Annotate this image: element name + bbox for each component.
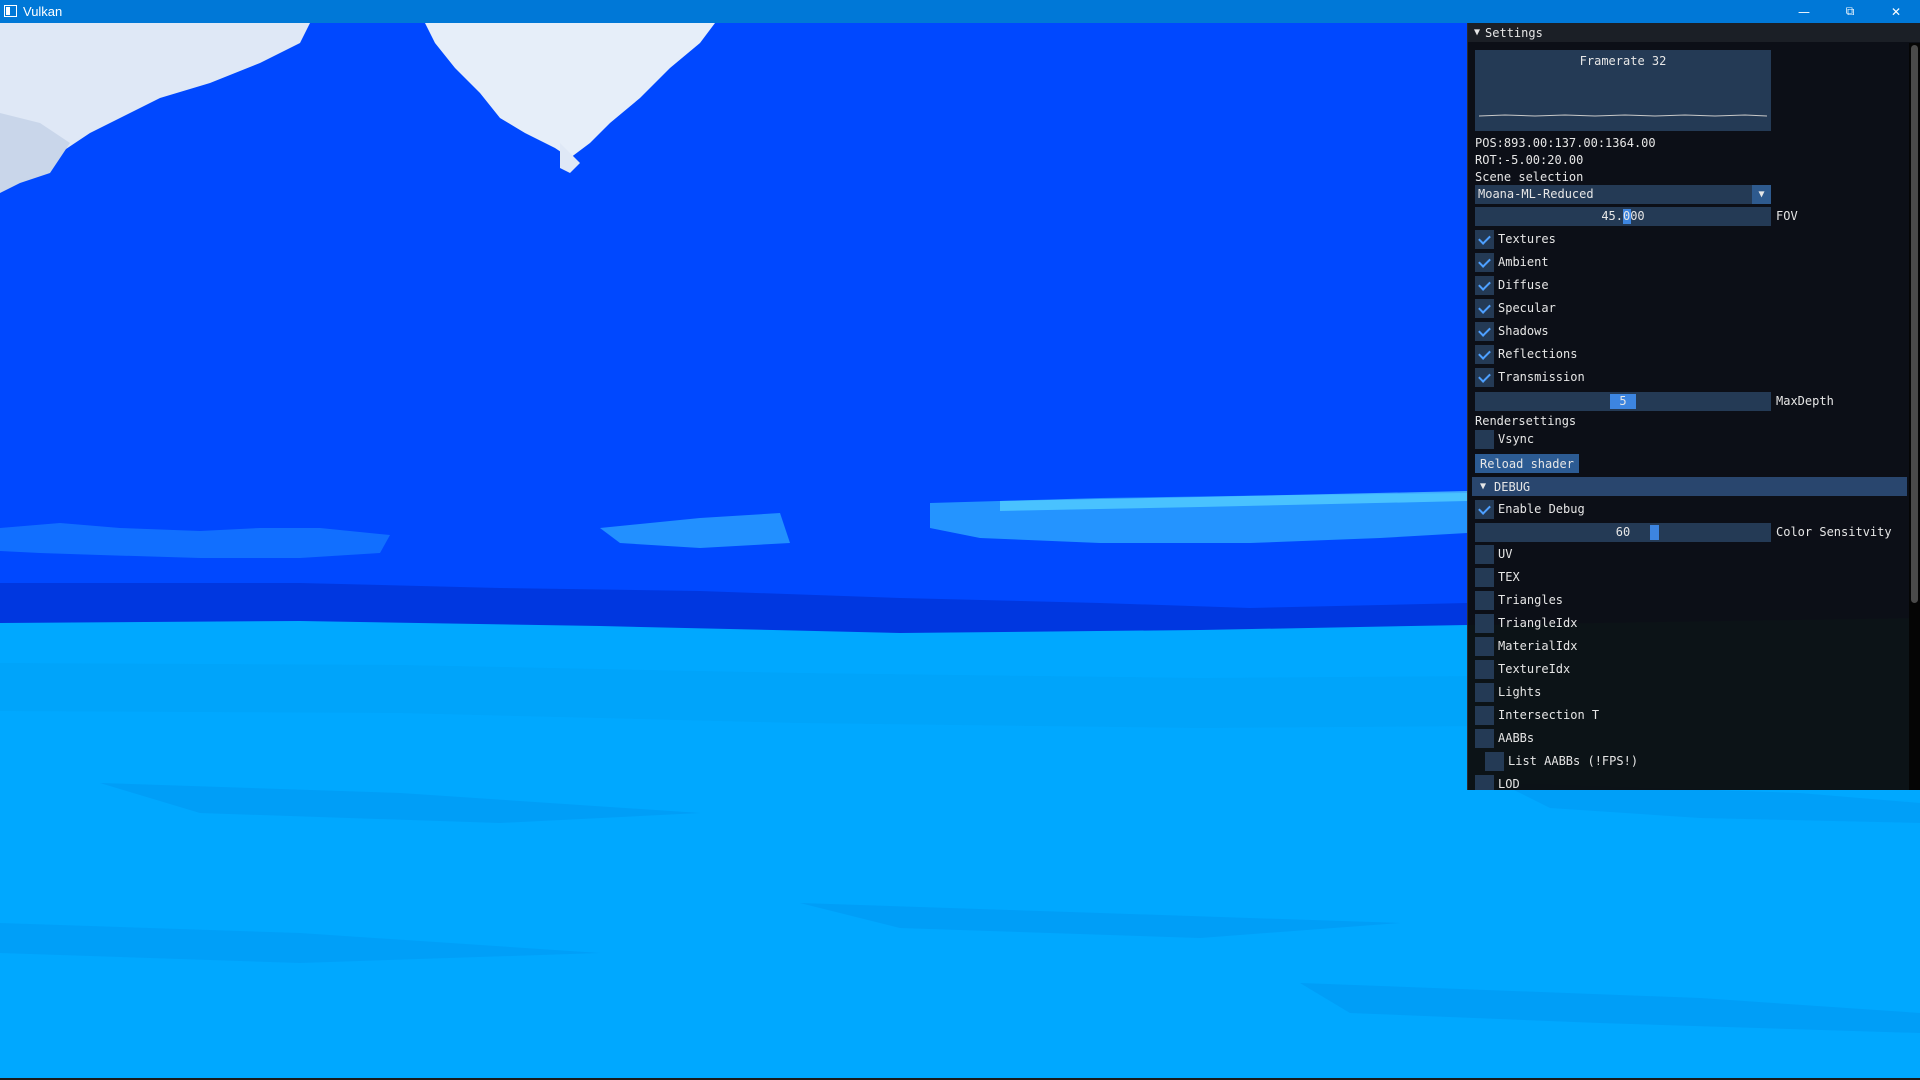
- maxdepth-value: 5: [1619, 394, 1627, 408]
- materialidx-label: MaterialIdx: [1498, 639, 1578, 653]
- settings-panel: ▼ Settings Framerate 32 POS:893.00:137.0…: [1467, 23, 1920, 790]
- close-button[interactable]: ✕: [1873, 0, 1919, 23]
- maxdepth-label: MaxDepth: [1776, 394, 1834, 408]
- diffuse-label: Diffuse: [1498, 278, 1549, 292]
- list-aabbs-checkbox[interactable]: [1485, 752, 1504, 771]
- triangles-checkbox[interactable]: [1475, 591, 1494, 610]
- ambient-checkbox[interactable]: [1475, 253, 1494, 272]
- reload-shader-button[interactable]: Reload shader: [1475, 454, 1579, 473]
- rendersettings-label: Rendersettings: [1475, 414, 1577, 428]
- materialidx-checkbox[interactable]: [1475, 637, 1494, 656]
- close-icon: ✕: [1890, 4, 1902, 19]
- minimize-button[interactable]: —: [1781, 0, 1827, 23]
- scene-selection-label: Scene selection: [1475, 170, 1584, 184]
- reflections-checkbox[interactable]: [1475, 345, 1494, 364]
- fov-value: 45.000: [1601, 209, 1645, 223]
- color-sensitivity-label: Color Sensitvity: [1776, 525, 1892, 539]
- fov-slider[interactable]: 45.000: [1475, 207, 1771, 226]
- window-title: Vulkan: [23, 4, 63, 19]
- framerate-plot-line: [1478, 114, 1768, 117]
- window-titlebar: Vulkan — ⧉ ✕: [0, 0, 1920, 23]
- intersection-t-checkbox[interactable]: [1475, 706, 1494, 725]
- fov-label: FOV: [1776, 209, 1798, 223]
- debug-header-label: DEBUG: [1494, 479, 1531, 494]
- shadows-checkbox[interactable]: [1475, 322, 1494, 341]
- triangleidx-checkbox[interactable]: [1475, 614, 1494, 633]
- aabbs-label: AABBs: [1498, 731, 1535, 745]
- color-sensitivity-value: 60: [1615, 525, 1631, 539]
- triangleidx-label: TriangleIdx: [1498, 616, 1578, 630]
- collapse-triangle-icon: ▼: [1474, 27, 1481, 38]
- shadows-label: Shadows: [1498, 324, 1549, 338]
- restore-icon: ⧉: [1845, 4, 1855, 18]
- enable-debug-label: Enable Debug: [1498, 502, 1585, 516]
- app-icon: [4, 5, 17, 17]
- transmission-checkbox[interactable]: [1475, 368, 1494, 387]
- settings-scrollbar[interactable]: [1909, 43, 1920, 790]
- lights-label: Lights: [1498, 685, 1542, 699]
- settings-header[interactable]: ▼ Settings: [1468, 23, 1920, 42]
- diffuse-checkbox[interactable]: [1475, 276, 1494, 295]
- settings-header-label: Settings: [1485, 25, 1543, 40]
- tex-label: TEX: [1498, 570, 1520, 584]
- tex-checkbox[interactable]: [1475, 568, 1494, 587]
- camera-rotation: ROT:-5.00:20.00: [1475, 153, 1584, 167]
- lod-checkbox[interactable]: [1475, 775, 1494, 790]
- uv-label: UV: [1498, 547, 1513, 561]
- debug-section-header[interactable]: ▼ DEBUG: [1472, 477, 1907, 496]
- vsync-label: Vsync: [1498, 432, 1535, 446]
- uv-checkbox[interactable]: [1475, 545, 1494, 564]
- scene-selection-dropdown[interactable]: Moana-ML-Reduced ▼: [1475, 185, 1771, 204]
- textureidx-checkbox[interactable]: [1475, 660, 1494, 679]
- list-aabbs-label: List AABBs (!FPS!): [1508, 754, 1639, 768]
- textureidx-label: TextureIdx: [1498, 662, 1571, 676]
- textures-label: Textures: [1498, 232, 1556, 246]
- restore-button[interactable]: ⧉: [1827, 0, 1873, 23]
- scrollbar-thumb[interactable]: [1911, 45, 1918, 603]
- camera-position: POS:893.00:137.00:1364.00: [1475, 136, 1656, 150]
- dropdown-arrow-icon[interactable]: ▼: [1752, 185, 1771, 204]
- triangles-label: Triangles: [1498, 593, 1564, 607]
- framerate-graph: Framerate 32: [1475, 50, 1771, 131]
- specular-label: Specular: [1498, 301, 1556, 315]
- aabbs-checkbox[interactable]: [1475, 729, 1494, 748]
- lights-checkbox[interactable]: [1475, 683, 1494, 702]
- intersection-t-label: Intersection T: [1498, 708, 1600, 722]
- scene-selected-value: Moana-ML-Reduced: [1478, 187, 1594, 201]
- ambient-label: Ambient: [1498, 255, 1549, 269]
- textures-checkbox[interactable]: [1475, 230, 1494, 249]
- maxdepth-slider[interactable]: 5: [1475, 392, 1771, 411]
- color-sensitivity-slider[interactable]: 60: [1475, 523, 1771, 542]
- enable-debug-checkbox[interactable]: [1475, 500, 1494, 519]
- minimize-icon: —: [1798, 4, 1810, 19]
- collapse-triangle-icon: ▼: [1480, 481, 1487, 492]
- reflections-label: Reflections: [1498, 347, 1578, 361]
- vsync-checkbox[interactable]: [1475, 430, 1494, 449]
- transmission-label: Transmission: [1498, 370, 1585, 384]
- lod-label: LOD: [1498, 777, 1520, 790]
- specular-checkbox[interactable]: [1475, 299, 1494, 318]
